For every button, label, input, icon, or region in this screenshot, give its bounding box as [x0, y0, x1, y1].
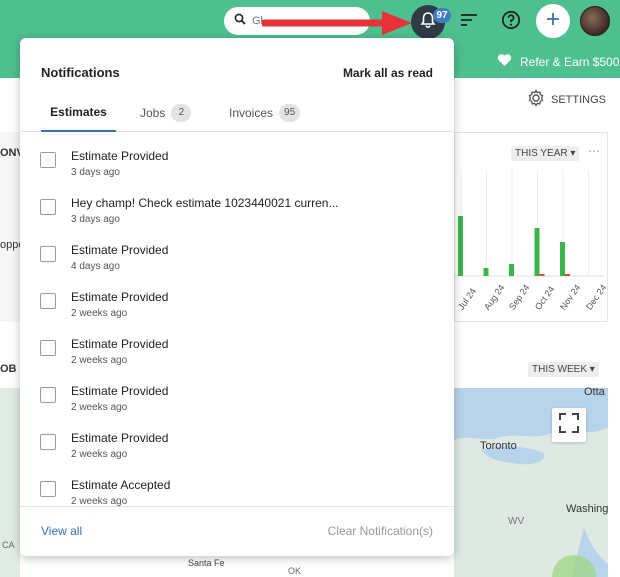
settings-label: SETTINGS — [551, 93, 607, 106]
search-icon — [234, 12, 246, 30]
notification-time: 2 weeks ago — [71, 449, 128, 460]
notification-time: 3 days ago — [71, 214, 120, 225]
heart-icon — [497, 53, 512, 70]
notification-item[interactable]: Estimate Provided 4 days ago — [20, 236, 454, 283]
notification-item[interactable]: Estimate Provided 2 weeks ago — [20, 424, 454, 471]
notification-time: 2 weeks ago — [71, 402, 128, 413]
notification-count-badge: 97 — [433, 8, 451, 23]
tab-jobs-count: 2 — [171, 104, 192, 122]
tab-invoices-label: Invoices — [229, 106, 274, 120]
chart-bar — [539, 274, 545, 276]
panel-title: Notifications — [41, 65, 120, 80]
help-icon — [501, 10, 521, 35]
clear-notifications-button[interactable]: Clear Notification(s) — [328, 524, 433, 538]
chart-bar — [458, 216, 463, 276]
map-period-select[interactable]: THIS WEEK ▾ — [528, 362, 599, 377]
chart-bar — [534, 228, 540, 276]
chart-bar — [560, 242, 565, 276]
plus-icon — [545, 11, 561, 32]
tab-estimates-label: Estimates — [50, 105, 107, 119]
notification-item[interactable]: Estimate Provided 2 weeks ago — [20, 377, 454, 424]
settings-button[interactable]: SETTINGS — [527, 89, 606, 110]
help-button[interactable] — [498, 9, 524, 35]
notification-title: Estimate Provided — [71, 149, 169, 163]
notification-title: Estimate Provided — [71, 384, 169, 398]
notification-title: Hey champ! Check estimate 1023440021 cur… — [71, 196, 339, 210]
notification-tabs: Estimates Jobs 2 Invoices 95 — [20, 94, 454, 132]
bar-chart — [454, 170, 604, 277]
filter-button[interactable] — [456, 9, 482, 35]
notification-checkbox[interactable] — [40, 340, 56, 356]
tab-jobs-label: Jobs — [140, 106, 166, 120]
notification-checkbox[interactable] — [40, 434, 56, 450]
notification-title: Estimate Provided — [71, 290, 169, 304]
more-icon[interactable]: ⋯ — [588, 144, 600, 158]
create-button[interactable] — [536, 4, 570, 38]
notification-title: Estimate Provided — [71, 337, 169, 351]
notification-title: Estimate Accepted — [71, 478, 171, 492]
map-label-ca: CA — [2, 540, 15, 550]
notification-time: 2 weeks ago — [71, 355, 128, 366]
notification-title: Estimate Provided — [71, 243, 169, 257]
notification-title: Estimate Provided — [71, 431, 169, 445]
notification-checkbox[interactable] — [40, 293, 56, 309]
map-label-toronto: Toronto — [480, 440, 517, 452]
filter-icon — [460, 12, 478, 33]
chart-period-value: THIS YEAR — [515, 148, 568, 159]
refer-earn-link[interactable]: Refer & Earn $500 — [497, 53, 619, 70]
notification-item[interactable]: Estimate Provided 2 weeks ago — [20, 330, 454, 377]
chart-period-select[interactable]: THIS YEAR ▾ — [511, 146, 580, 161]
map-fullscreen-button[interactable] — [552, 408, 586, 442]
notification-item[interactable]: Estimate Provided 2 weeks ago — [20, 283, 454, 330]
notification-time: 2 weeks ago — [71, 308, 128, 319]
map-period-value: THIS WEEK — [532, 364, 588, 375]
chart-bar — [509, 264, 514, 276]
notification-checkbox[interactable] — [40, 152, 56, 168]
tab-jobs[interactable]: Jobs 2 — [140, 94, 192, 132]
notification-time: 3 days ago — [71, 167, 120, 178]
gear-icon — [527, 89, 545, 110]
notification-checkbox[interactable] — [40, 199, 56, 215]
tab-invoices-count: 95 — [279, 104, 301, 122]
user-avatar[interactable] — [580, 6, 610, 36]
chart-bar — [565, 274, 570, 276]
map-label-wv: WV — [508, 516, 525, 527]
card-title-fragment-2: OB — [0, 363, 17, 375]
left-card-edge — [0, 132, 20, 322]
notifications-panel: Notifications Mark all as read Estimates… — [20, 38, 454, 556]
notification-checkbox[interactable] — [40, 246, 56, 262]
map-label-washington: Washing — [566, 503, 609, 515]
tab-estimates[interactable]: Estimates — [41, 94, 116, 132]
map-label-ottawa: Otta — [584, 386, 605, 398]
notification-item[interactable]: Hey champ! Check estimate 1023440021 cur… — [20, 189, 454, 236]
tab-invoices[interactable]: Invoices 95 — [229, 94, 301, 132]
mark-all-read-button[interactable]: Mark all as read — [343, 66, 433, 80]
fullscreen-icon — [558, 412, 580, 439]
notification-checkbox[interactable] — [40, 387, 56, 403]
view-all-link[interactable]: View all — [41, 524, 82, 538]
refer-earn-label: Refer & Earn $500 — [520, 54, 620, 69]
annotation-arrow-icon — [262, 11, 412, 35]
notification-item[interactable]: Estimate Provided 3 days ago — [20, 142, 454, 189]
panel-footer: View all Clear Notification(s) — [20, 506, 454, 556]
map-label-ok: OK — [288, 566, 302, 576]
chart-bar — [483, 268, 489, 276]
notification-checkbox[interactable] — [40, 481, 56, 497]
map-label-santa-fe: Santa Fe — [188, 558, 225, 568]
notification-time: 4 days ago — [71, 261, 120, 272]
